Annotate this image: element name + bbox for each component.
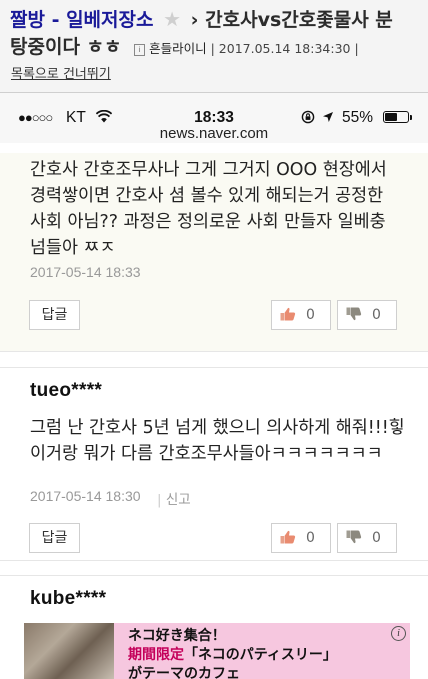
dislike-button[interactable]: 0 xyxy=(337,523,397,553)
title-line-1: 짤방 - 일베저장소 ★ › 간호사vs간호좇물사 분 xyxy=(10,5,420,34)
thumbs-down-icon xyxy=(346,307,362,321)
title-line-2: 탕중이다 ㅎㅎ i 흔들라이니 | 2017.05.14 18:34:30 | xyxy=(10,33,420,63)
thumbs-down-icon xyxy=(346,530,362,544)
post-title-continued: 탕중이다 ㅎㅎ xyxy=(10,36,122,58)
ad-cat-image xyxy=(24,623,114,679)
dislike-button[interactable]: 0 xyxy=(337,300,397,330)
author-name[interactable]: 흔들라이니 xyxy=(149,41,207,56)
ad-headline: ネコ好き集合！ xyxy=(128,628,226,644)
url-bar[interactable]: news.naver.com xyxy=(0,125,428,142)
battery-icon xyxy=(383,111,412,123)
location-arrow-icon xyxy=(323,112,333,122)
post-title: 간호사vs간호좇물사 분 xyxy=(205,9,393,31)
dislike-count: 0 xyxy=(372,307,381,323)
favorite-star-icon[interactable]: ★ xyxy=(163,5,181,33)
like-count: 0 xyxy=(306,307,315,323)
skip-to-list-link[interactable]: 목록으로 건너뛰기 xyxy=(11,63,111,82)
breadcrumb-separator: › xyxy=(190,9,199,31)
ad-banner[interactable]: ネコ好き集合！ 期間限定「ネコのパティスリー」 がテーマのカフェ i xyxy=(24,623,410,679)
comment-username[interactable]: kube**** xyxy=(30,588,106,610)
comment-text: 간호사 간호조무사나 그게 그거지 OOO 현장에서 경력쌓이면 간호사 셤 볼… xyxy=(30,160,387,258)
dislike-count: 0 xyxy=(372,530,381,546)
reply-button[interactable]: 답글 xyxy=(29,300,80,330)
ad-subline: 期間限定「ネコのパティスリー」 xyxy=(128,647,337,663)
like-button[interactable]: 0 xyxy=(271,523,331,553)
like-button[interactable]: 0 xyxy=(271,300,331,330)
like-count: 0 xyxy=(306,530,315,546)
post-datetime: | 2017.05.14 18:34:30 | xyxy=(210,41,359,56)
board-link[interactable]: 짤방 - 일베저장소 xyxy=(10,9,153,31)
comment-text: 그럼 난 간호사 5년 넘게 했으니 의사하게 해줘!!!힣 이거랑 뭐가 다름… xyxy=(30,418,405,464)
comment-item: 간호사 간호조무사나 그게 그거지 OOO 현장에서 경력쌓이면 간호사 셤 볼… xyxy=(0,153,428,352)
forum-header: 짤방 - 일베저장소 ★ › 간호사vs간호좇물사 분 탕중이다 ㅎㅎ i 흔들라… xyxy=(0,0,428,93)
thumbs-up-icon xyxy=(280,307,296,321)
user-level-icon: i xyxy=(134,44,146,56)
thumbs-up-icon xyxy=(280,530,296,544)
comments-list: 간호사 간호조무사나 그게 그거지 OOO 현장에서 경력쌓이면 간호사 셤 볼… xyxy=(0,153,428,679)
comment-username[interactable]: tueo**** xyxy=(30,380,102,402)
comment-item: tueo**** 그럼 난 간호사 5년 넘게 했으니 의사하게 해줘!!!힣 … xyxy=(0,367,428,561)
post-meta: i 흔들라이니 | 2017.05.14 18:34:30 | xyxy=(134,41,359,56)
battery-level xyxy=(385,113,398,121)
comment-date: 2017-05-14 18:33 xyxy=(30,264,141,280)
phone-screenshot: ●●○○○ KT 18:33 55% news.naver.com 간호사 간호… xyxy=(0,93,428,679)
rotation-lock-icon xyxy=(301,110,315,124)
ios-status-bar: ●●○○○ KT 18:33 55% news.naver.com xyxy=(0,93,428,143)
report-link[interactable]: | 신고 xyxy=(157,488,191,508)
comment-date: 2017-05-14 18:30 xyxy=(30,488,141,504)
ad-info-icon[interactable]: i xyxy=(391,626,406,641)
ad-tagline: がテーマのカフェ xyxy=(128,666,240,679)
reply-button[interactable]: 답글 xyxy=(29,523,80,553)
